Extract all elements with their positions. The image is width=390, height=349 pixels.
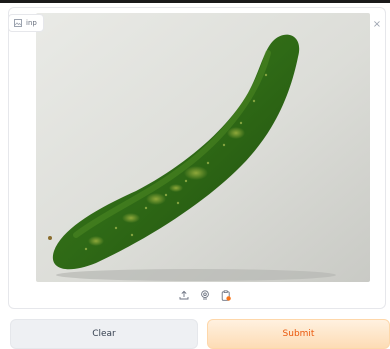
input-label-chip: inp: [8, 14, 44, 32]
upload-icon[interactable]: [178, 289, 190, 301]
top-border: [0, 0, 390, 3]
clipboard-icon[interactable]: [220, 289, 232, 301]
close-icon[interactable]: ×: [370, 18, 384, 32]
webcam-icon[interactable]: [199, 289, 211, 301]
image-source-toolbar: [178, 289, 232, 301]
image-icon: [14, 19, 22, 27]
input-label: inp: [26, 19, 37, 27]
uploaded-image[interactable]: [36, 13, 370, 282]
